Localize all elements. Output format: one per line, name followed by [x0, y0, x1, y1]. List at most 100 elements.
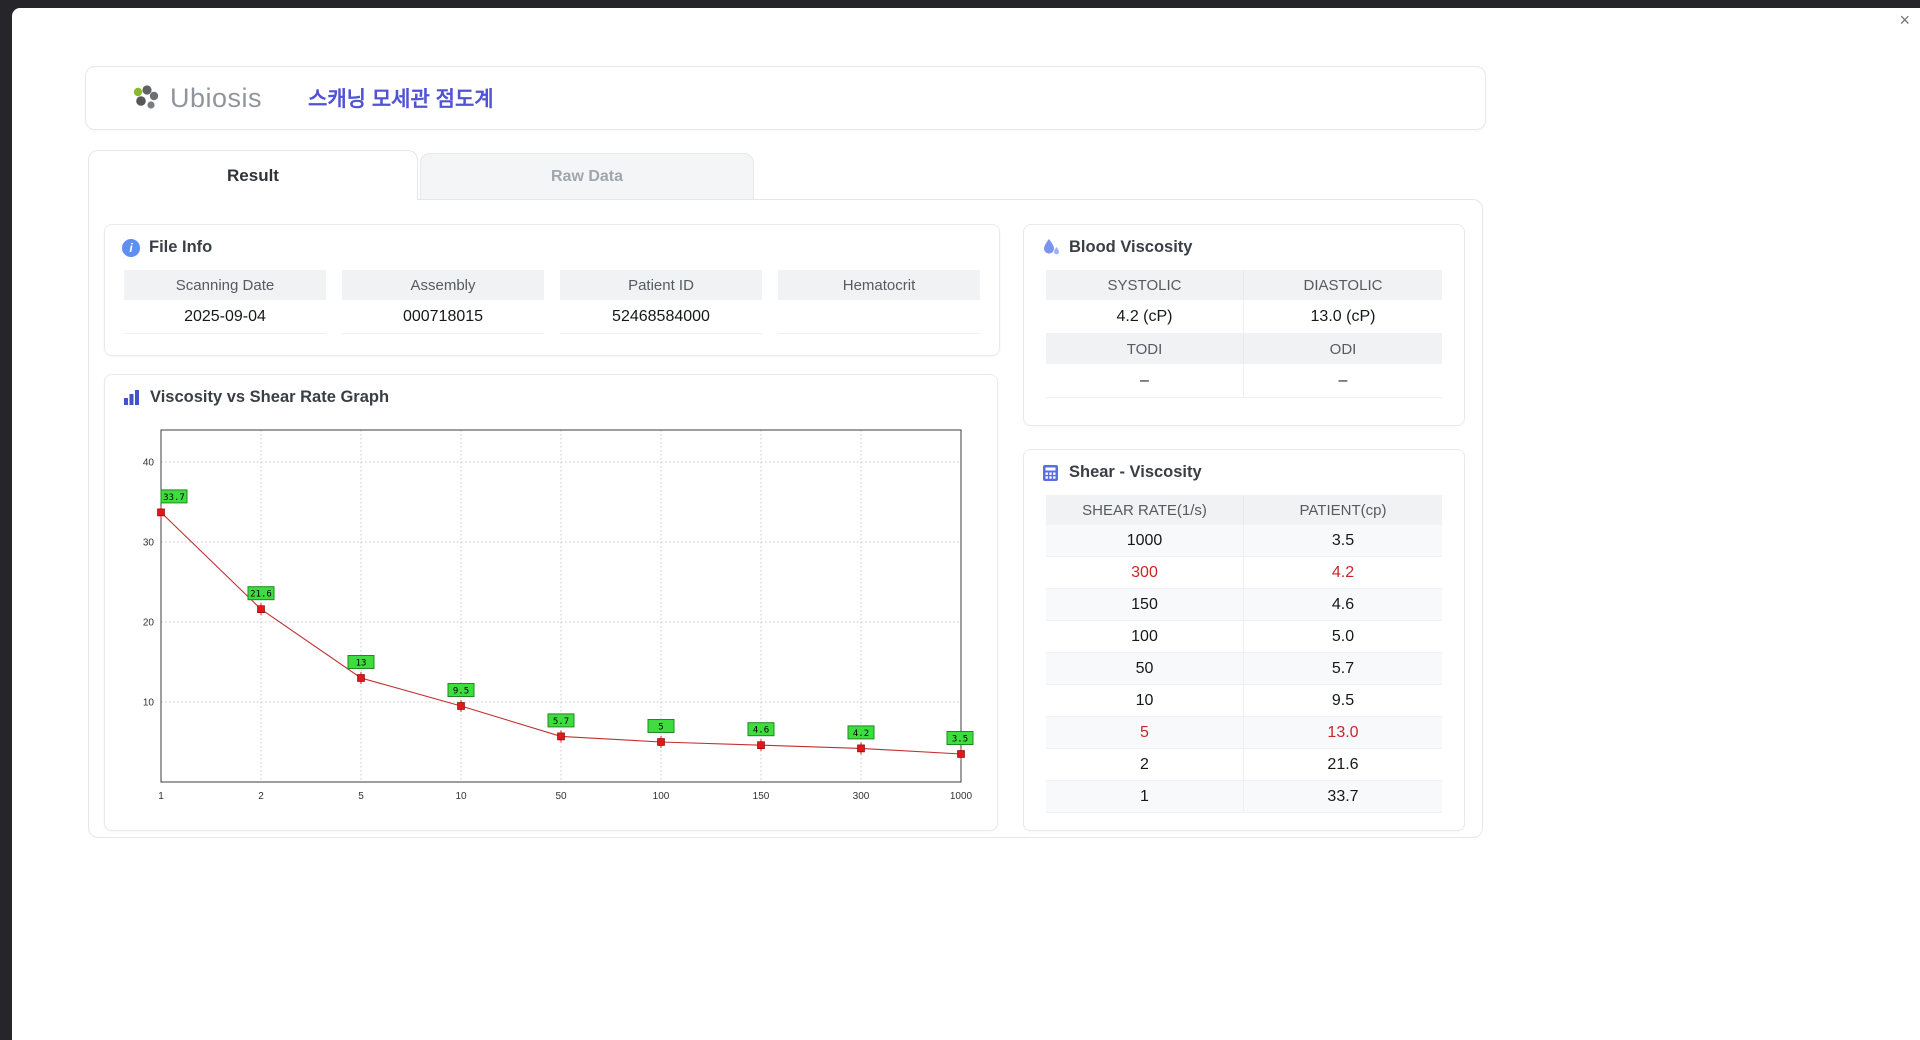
svg-text:1: 1 [158, 791, 164, 802]
blood-viscosity-card: Blood Viscosity SYSTOLIC DIASTOLIC 4.2 (… [1023, 224, 1465, 426]
bar-chart-icon [122, 388, 141, 407]
cell-patient: 33.7 [1327, 787, 1359, 805]
table-row: 1 33.7 [1046, 781, 1442, 813]
bv-systolic-label: SYSTOLIC [1046, 270, 1244, 300]
graph-title-text: Viscosity vs Shear Rate Graph [150, 388, 390, 406]
table-row: 10 9.5 [1046, 685, 1442, 717]
cell-patient: 4.6 [1331, 595, 1355, 613]
cell-patient: 4.2 [1331, 563, 1355, 581]
logo-mark-icon [128, 83, 162, 113]
tab-result[interactable]: Result [88, 150, 418, 200]
bv-odi-label: ODI [1244, 334, 1442, 364]
svg-text:10: 10 [143, 698, 155, 709]
file-info-card: i File Info Scanning Date 2025-09-04 Ass… [104, 224, 1000, 356]
table-row: 150 4.6 [1046, 589, 1442, 621]
file-info-field: Scanning Date 2025-09-04 [124, 270, 326, 334]
col-shear-rate: SHEAR RATE(1/s) [1046, 495, 1244, 525]
blood-viscosity-title: Blood Viscosity [1024, 225, 1464, 268]
cell-shear-rate: 5 [1046, 717, 1244, 748]
table-row: 5 13.0 [1046, 717, 1442, 749]
shear-viscosity-table: SHEAR RATE(1/s) PATIENT(cp) 1000 3.5 300… [1046, 495, 1442, 813]
table-row: 100 5.0 [1046, 621, 1442, 653]
field-value: 000718015 [342, 300, 544, 334]
cell-patient: 3.5 [1331, 531, 1355, 549]
close-icon[interactable]: × [1899, 10, 1910, 30]
cell-shear-rate: 150 [1046, 589, 1244, 620]
brand-text: Ubiosis [170, 82, 263, 113]
shear-viscosity-title: Shear - Viscosity [1024, 450, 1464, 493]
svg-text:100: 100 [653, 791, 670, 802]
cell-shear-rate: 1 [1046, 781, 1244, 812]
cell-patient: 13.0 [1327, 723, 1359, 741]
svg-text:5.7: 5.7 [553, 717, 569, 727]
field-label: Assembly [342, 270, 544, 300]
svg-text:9.5: 9.5 [453, 687, 469, 697]
bv-todi-value: – [1046, 364, 1244, 398]
svg-text:21.6: 21.6 [250, 590, 272, 600]
svg-text:5: 5 [358, 791, 364, 802]
droplet-icon [1041, 238, 1060, 257]
blood-viscosity-grid: SYSTOLIC DIASTOLIC 4.2 (cP) 13.0 (cP) TO… [1046, 270, 1442, 398]
table-row: 50 5.7 [1046, 653, 1442, 685]
svg-text:4.2: 4.2 [853, 729, 869, 739]
cell-shear-rate: 300 [1046, 557, 1244, 588]
svg-text:30: 30 [143, 538, 155, 549]
bv-systolic-value: 4.2 (cP) [1046, 300, 1244, 334]
field-label: Hematocrit [778, 270, 980, 300]
cell-shear-rate: 2 [1046, 749, 1244, 780]
bv-todi-label: TODI [1046, 334, 1244, 364]
table-row: 1000 3.5 [1046, 525, 1442, 557]
table-row: 300 4.2 [1046, 557, 1442, 589]
cell-shear-rate: 100 [1046, 621, 1244, 652]
file-info-fields: Scanning Date 2025-09-04 Assembly 000718… [105, 268, 999, 334]
svg-text:300: 300 [853, 791, 870, 802]
svg-text:5: 5 [658, 723, 663, 733]
svg-text:20: 20 [143, 618, 155, 629]
cell-patient: 5.7 [1331, 659, 1355, 677]
header-card: Ubiosis 스캐닝 모세관 점도계 [85, 66, 1486, 130]
svg-text:150: 150 [753, 791, 770, 802]
file-info-field: Hematocrit [778, 270, 980, 334]
info-icon: i [122, 238, 140, 257]
result-panel: i File Info Scanning Date 2025-09-04 Ass… [88, 199, 1483, 838]
field-value: 2025-09-04 [124, 300, 326, 334]
cell-patient: 21.6 [1327, 755, 1359, 773]
app-window: × Ubiosis 스캐닝 모세관 점도계 Result Raw Data i [12, 8, 1920, 1040]
cell-shear-rate: 1000 [1046, 525, 1244, 556]
tab-raw-data[interactable]: Raw Data [420, 153, 754, 200]
viscosity-graph-card: Viscosity vs Shear Rate Graph 33.7 21.6 13… [104, 374, 998, 831]
field-label: Scanning Date [124, 270, 326, 300]
svg-text:40: 40 [143, 458, 155, 469]
bv-diastolic-label: DIASTOLIC [1244, 270, 1442, 300]
shear-viscosity-title-text: Shear - Viscosity [1069, 463, 1202, 481]
file-info-title: i File Info [105, 225, 999, 268]
chart-area: 33.7 21.6 13 9.5 5.7 5 4.6 4.2 3.5 1 2 5 10 50 100 150 3… [105, 418, 997, 819]
bv-diastolic-value: 13.0 (cP) [1244, 300, 1442, 334]
cell-patient: 9.5 [1331, 691, 1355, 709]
file-info-title-text: File Info [149, 238, 213, 256]
field-value: 52468584000 [560, 300, 762, 334]
cell-patient: 5.0 [1331, 627, 1355, 645]
svg-text:13: 13 [356, 659, 367, 669]
viscosity-chart: 33.7 21.6 13 9.5 5.7 5 4.6 4.2 3.5 1 2 5 10 50 100 150 3… [143, 429, 974, 802]
calculator-icon [1041, 463, 1060, 482]
field-label: Patient ID [560, 270, 762, 300]
svg-text:4.6: 4.6 [753, 726, 769, 736]
blood-viscosity-title-text: Blood Viscosity [1069, 238, 1193, 256]
shear-viscosity-card: Shear - Viscosity SHEAR RATE(1/s) PATIEN… [1023, 449, 1465, 831]
cell-shear-rate: 50 [1046, 653, 1244, 684]
col-patient: PATIENT(cp) [1299, 501, 1387, 519]
svg-text:2: 2 [258, 791, 264, 802]
svg-text:10: 10 [455, 791, 467, 802]
table-header-row: SHEAR RATE(1/s) PATIENT(cp) [1046, 495, 1442, 525]
graph-title: Viscosity vs Shear Rate Graph [105, 375, 997, 418]
ubiosis-logo: Ubiosis [128, 83, 262, 114]
svg-text:33.7: 33.7 [163, 493, 185, 503]
svg-text:50: 50 [555, 791, 567, 802]
svg-text:3.5: 3.5 [952, 735, 968, 745]
app-title: 스캐닝 모세관 점도계 [308, 88, 494, 111]
field-value [778, 300, 980, 334]
svg-text:1000: 1000 [950, 791, 973, 802]
table-row: 2 21.6 [1046, 749, 1442, 781]
cell-shear-rate: 10 [1046, 685, 1244, 716]
